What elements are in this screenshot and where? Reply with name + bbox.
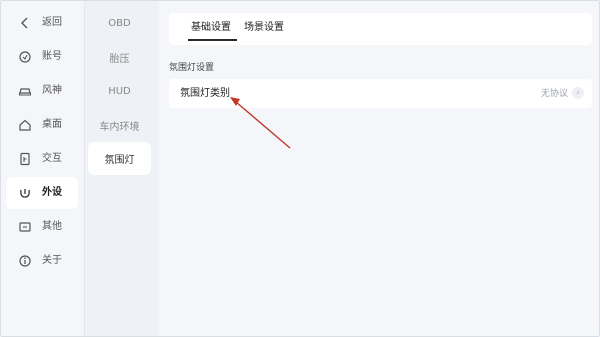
- other-icon: [19, 222, 31, 232]
- nav-item-about[interactable]: 关于: [6, 245, 78, 277]
- nav-label: 交互: [42, 153, 62, 164]
- chevron-right-icon: ›: [572, 87, 584, 99]
- info-icon: [19, 255, 31, 267]
- tab-bar: 基础设置 场景设置: [169, 13, 592, 45]
- nav-item-interaction[interactable]: 交互: [6, 143, 78, 175]
- row-label: 氛围灯类别: [180, 88, 230, 99]
- nav-label: 账号: [42, 51, 62, 62]
- nav-label: 外设: [42, 187, 62, 198]
- row-value: 无协议: [540, 89, 568, 99]
- interaction-icon: [20, 152, 30, 166]
- tab-scene-settings[interactable]: 场景设置: [244, 21, 284, 35]
- nav-label: 其他: [42, 221, 62, 232]
- main-sidebar: 返回 账号 风神 桌面 交互 外设 其他 关于: [1, 1, 84, 336]
- back-chevron-icon: [21, 17, 28, 29]
- nav-item-peripheral[interactable]: 外设: [6, 177, 78, 209]
- nav-label: 桌面: [42, 119, 62, 130]
- main-content: 基础设置 场景设置 氛围灯设置 氛围灯类别 无协议 ›: [158, 1, 599, 336]
- subnav-item-cabin-environment[interactable]: 车内环境: [88, 109, 151, 142]
- subnav-item-ambient-light[interactable]: 氛围灯: [88, 142, 151, 175]
- nav-item-vehicle[interactable]: 风神: [6, 75, 78, 107]
- sub-sidebar: OBD 胎压 HUD 车内环境 氛围灯: [85, 1, 158, 336]
- nav-item-account[interactable]: 账号: [6, 41, 78, 73]
- account-icon: [19, 51, 31, 63]
- subnav-item-hud[interactable]: HUD: [88, 75, 151, 108]
- peripheral-icon: [20, 189, 30, 198]
- subnav-item-tire-pressure[interactable]: 胎压: [88, 41, 151, 74]
- home-icon: [19, 119, 31, 131]
- nav-label: 关于: [42, 255, 62, 266]
- subnav-item-obd[interactable]: OBD: [88, 7, 151, 40]
- nav-label: 风神: [42, 85, 62, 96]
- section-title: 氛围灯设置: [169, 63, 215, 73]
- ambient-light-type-row[interactable]: 氛围灯类别 无协议 ›: [169, 79, 592, 108]
- tab-basic-settings[interactable]: 基础设置: [191, 21, 231, 35]
- app-window: 返回 账号 风神 桌面 交互 外设 其他 关于 OBD 胎压 HUD 车内环境 …: [0, 0, 600, 337]
- nav-item-other[interactable]: 其他: [6, 211, 78, 243]
- nav-item-back[interactable]: 返回: [6, 7, 78, 39]
- car-icon: [19, 88, 31, 96]
- active-tab-indicator: [188, 39, 237, 41]
- nav-item-desktop[interactable]: 桌面: [6, 109, 78, 141]
- nav-label: 返回: [42, 17, 62, 28]
